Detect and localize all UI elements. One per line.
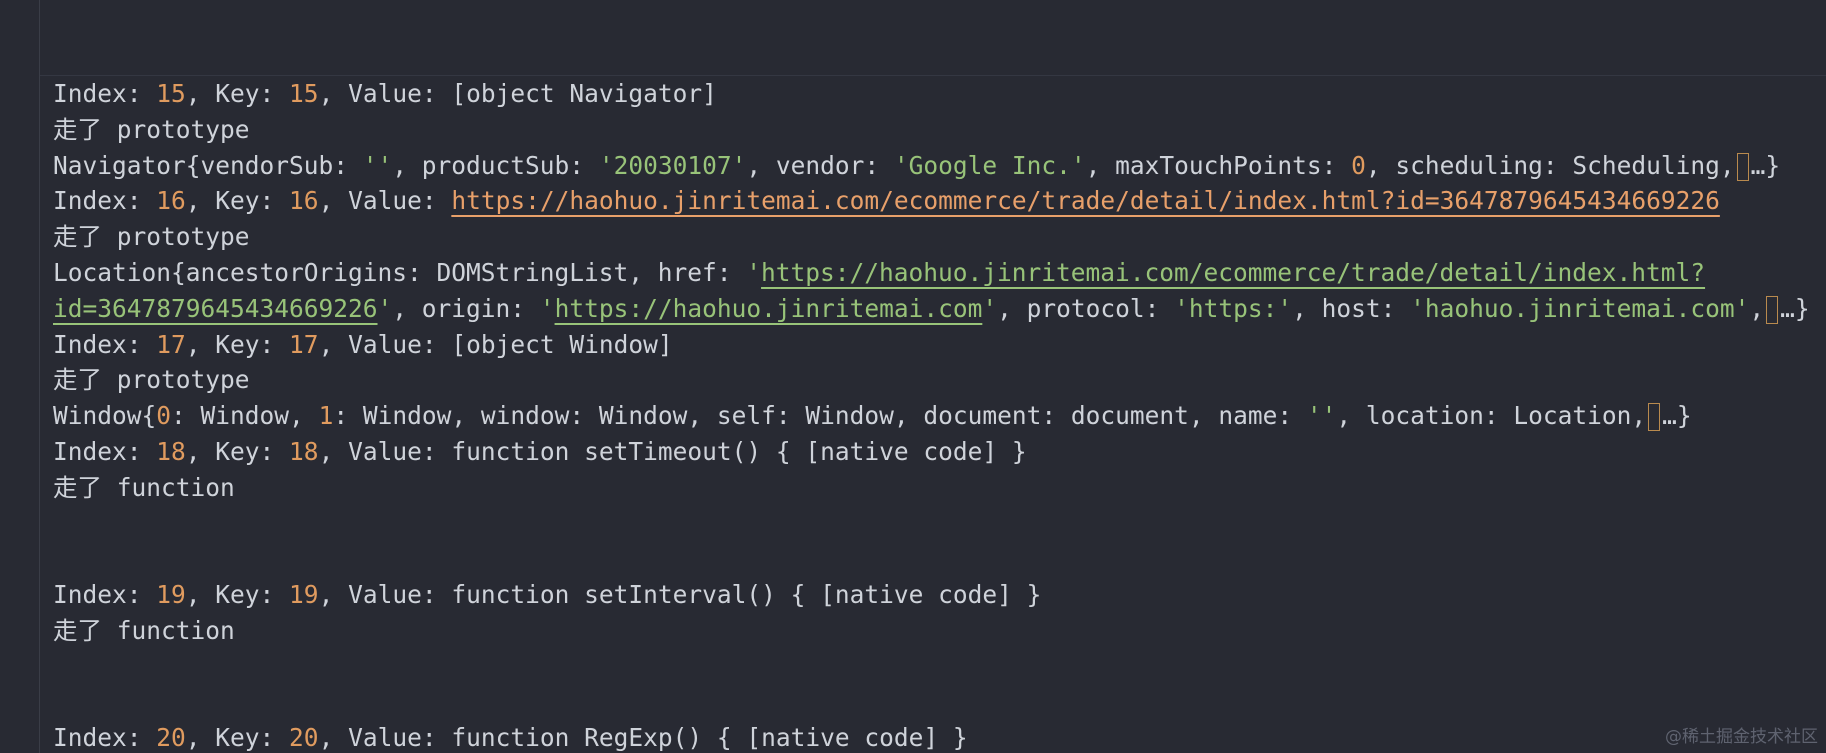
value-label: , Value:: [318, 329, 452, 359]
index-number: 18: [156, 437, 186, 466]
object-text: , vendor:: [746, 150, 894, 180]
string-value: ': [982, 293, 998, 323]
object-text: , productSub:: [392, 150, 599, 180]
object-text: {ancestorOrigins: DOMStringList, href:: [171, 258, 747, 287]
value-label: , Value:: [318, 723, 452, 753]
log-note: 走了 prototype: [53, 365, 250, 395]
log-note: 走了 function: [53, 472, 235, 502]
object-text: ,: [1749, 293, 1765, 323]
object-text: , location: Location,: [1336, 401, 1647, 431]
key-label: , Key:: [185, 437, 290, 466]
expand-toggle-icon[interactable]: [1736, 152, 1749, 181]
index-label: Index:: [53, 580, 157, 610]
key-label: , Key:: [185, 580, 290, 610]
number-value: 0: [156, 401, 172, 431]
value-text: function RegExp() { [native code] }: [451, 723, 968, 753]
object-text: : Window,: [171, 401, 319, 431]
object-text: : Window, window: Window, self: Window, …: [333, 401, 1307, 431]
url-link[interactable]: id=3647879645434669226: [53, 294, 378, 323]
string-value: '': [1306, 401, 1337, 431]
object-type-name[interactable]: Navigator: [53, 151, 186, 180]
key-number: 17: [289, 329, 319, 359]
expand-toggle-icon[interactable]: [1766, 295, 1779, 324]
key-number: 16: [289, 186, 319, 216]
string-value: '': [362, 150, 393, 180]
value-label: , Value:: [318, 580, 452, 610]
value-url-link[interactable]: https://haohuo.jinritemai.com/ecommerce/…: [451, 186, 1720, 215]
log-note: 走了 prototype: [53, 222, 250, 252]
string-value: ': [539, 293, 555, 323]
console-line: 走了 function: [53, 614, 235, 648]
value-label: , Value:: [318, 186, 452, 216]
console-line: Index: 19, Key: 19, Value: function setI…: [53, 578, 1041, 612]
console-line: Navigator{vendorSub: '', productSub: '20…: [53, 149, 1780, 183]
key-number: 18: [289, 437, 319, 466]
object-text: …}: [1662, 401, 1692, 431]
object-text: …}: [1780, 293, 1810, 323]
console-line: Index: 18, Key: 18, Value: function setT…: [53, 435, 1027, 469]
object-type-name[interactable]: Location: [53, 258, 171, 287]
value-text: function setTimeout() { [native code] }: [451, 437, 1027, 466]
console-gutter: [0, 0, 40, 753]
console-panel: Index: 15, Key: 15, Value: [object Navig…: [0, 0, 1826, 753]
url-link[interactable]: https://haohuo.jinritemai.com/ecommerce/…: [761, 258, 1705, 287]
number-value: 0: [1351, 150, 1366, 180]
index-label: Index:: [53, 437, 157, 466]
key-number: 19: [289, 580, 319, 610]
object-text: , scheduling: Scheduling,: [1365, 150, 1735, 180]
object-text: , maxTouchPoints:: [1085, 150, 1352, 180]
console-line: 走了 prototype: [53, 113, 250, 147]
key-number: 15: [289, 79, 319, 108]
console-line: Index: 17, Key: 17, Value: [object Windo…: [53, 328, 673, 362]
key-label: , Key:: [185, 186, 290, 216]
console-line: Index: 16, Key: 16, Value: https://haohu…: [53, 184, 1720, 218]
index-label: Index:: [53, 329, 157, 359]
key-label: , Key:: [185, 79, 290, 108]
index-number: 17: [156, 329, 186, 359]
value-text: function setInterval() { [native code] }: [451, 580, 1042, 610]
console-line: Location{ancestorOrigins: DOMStringList,…: [53, 256, 1705, 290]
console-line: 走了 prototype: [53, 220, 250, 254]
object-text: …}: [1750, 150, 1781, 180]
index-number: 15: [156, 79, 186, 108]
value-label: , Value:: [318, 437, 452, 466]
index-number: 20: [156, 723, 186, 753]
object-text: {vendorSub:: [185, 150, 363, 180]
value-text: [object Navigator]: [451, 79, 717, 108]
console-line: Index: 15, Key: 15, Value: [object Navig…: [53, 77, 717, 111]
console-line: id=3647879645434669226', origin: 'https:…: [53, 292, 1810, 326]
console-line: Index: 20, Key: 20, Value: function RegE…: [53, 721, 968, 753]
key-label: , Key:: [185, 723, 290, 753]
console-line: 走了 function: [53, 471, 235, 505]
object-text: , host:: [1292, 293, 1411, 323]
console-line: 走了 prototype: [53, 363, 250, 397]
watermark: @稀土掘金技术社区: [1665, 727, 1818, 747]
string-value: 'https:': [1174, 293, 1293, 323]
key-number: 20: [289, 723, 319, 753]
string-value: ': [746, 258, 762, 287]
console-separator: [40, 75, 1826, 76]
log-note: 走了 prototype: [53, 114, 250, 144]
number-value: 1: [318, 401, 334, 431]
object-text: {: [141, 401, 157, 431]
index-number: 19: [156, 580, 186, 610]
expand-toggle-icon[interactable]: [1648, 403, 1661, 432]
string-value: 'Google Inc.': [893, 150, 1086, 180]
value-label: , Value:: [318, 79, 452, 108]
index-number: 16: [156, 186, 186, 216]
string-value: '20030107': [598, 150, 747, 180]
object-text: , origin:: [392, 293, 540, 323]
index-label: Index:: [53, 79, 157, 108]
string-value: 'haohuo.jinritemai.com': [1410, 293, 1750, 323]
object-text: , protocol:: [997, 293, 1175, 323]
index-label: Index:: [53, 723, 157, 753]
key-label: , Key:: [185, 329, 290, 359]
value-text: [object Window]: [451, 329, 673, 359]
string-value: ': [377, 293, 393, 323]
url-link[interactable]: https://haohuo.jinritemai.com: [555, 294, 983, 323]
log-note: 走了 function: [53, 616, 235, 645]
console-line: Window{0: Window, 1: Window, window: Win…: [53, 399, 1692, 433]
object-type-name[interactable]: Window: [53, 401, 142, 430]
index-label: Index:: [53, 186, 157, 216]
